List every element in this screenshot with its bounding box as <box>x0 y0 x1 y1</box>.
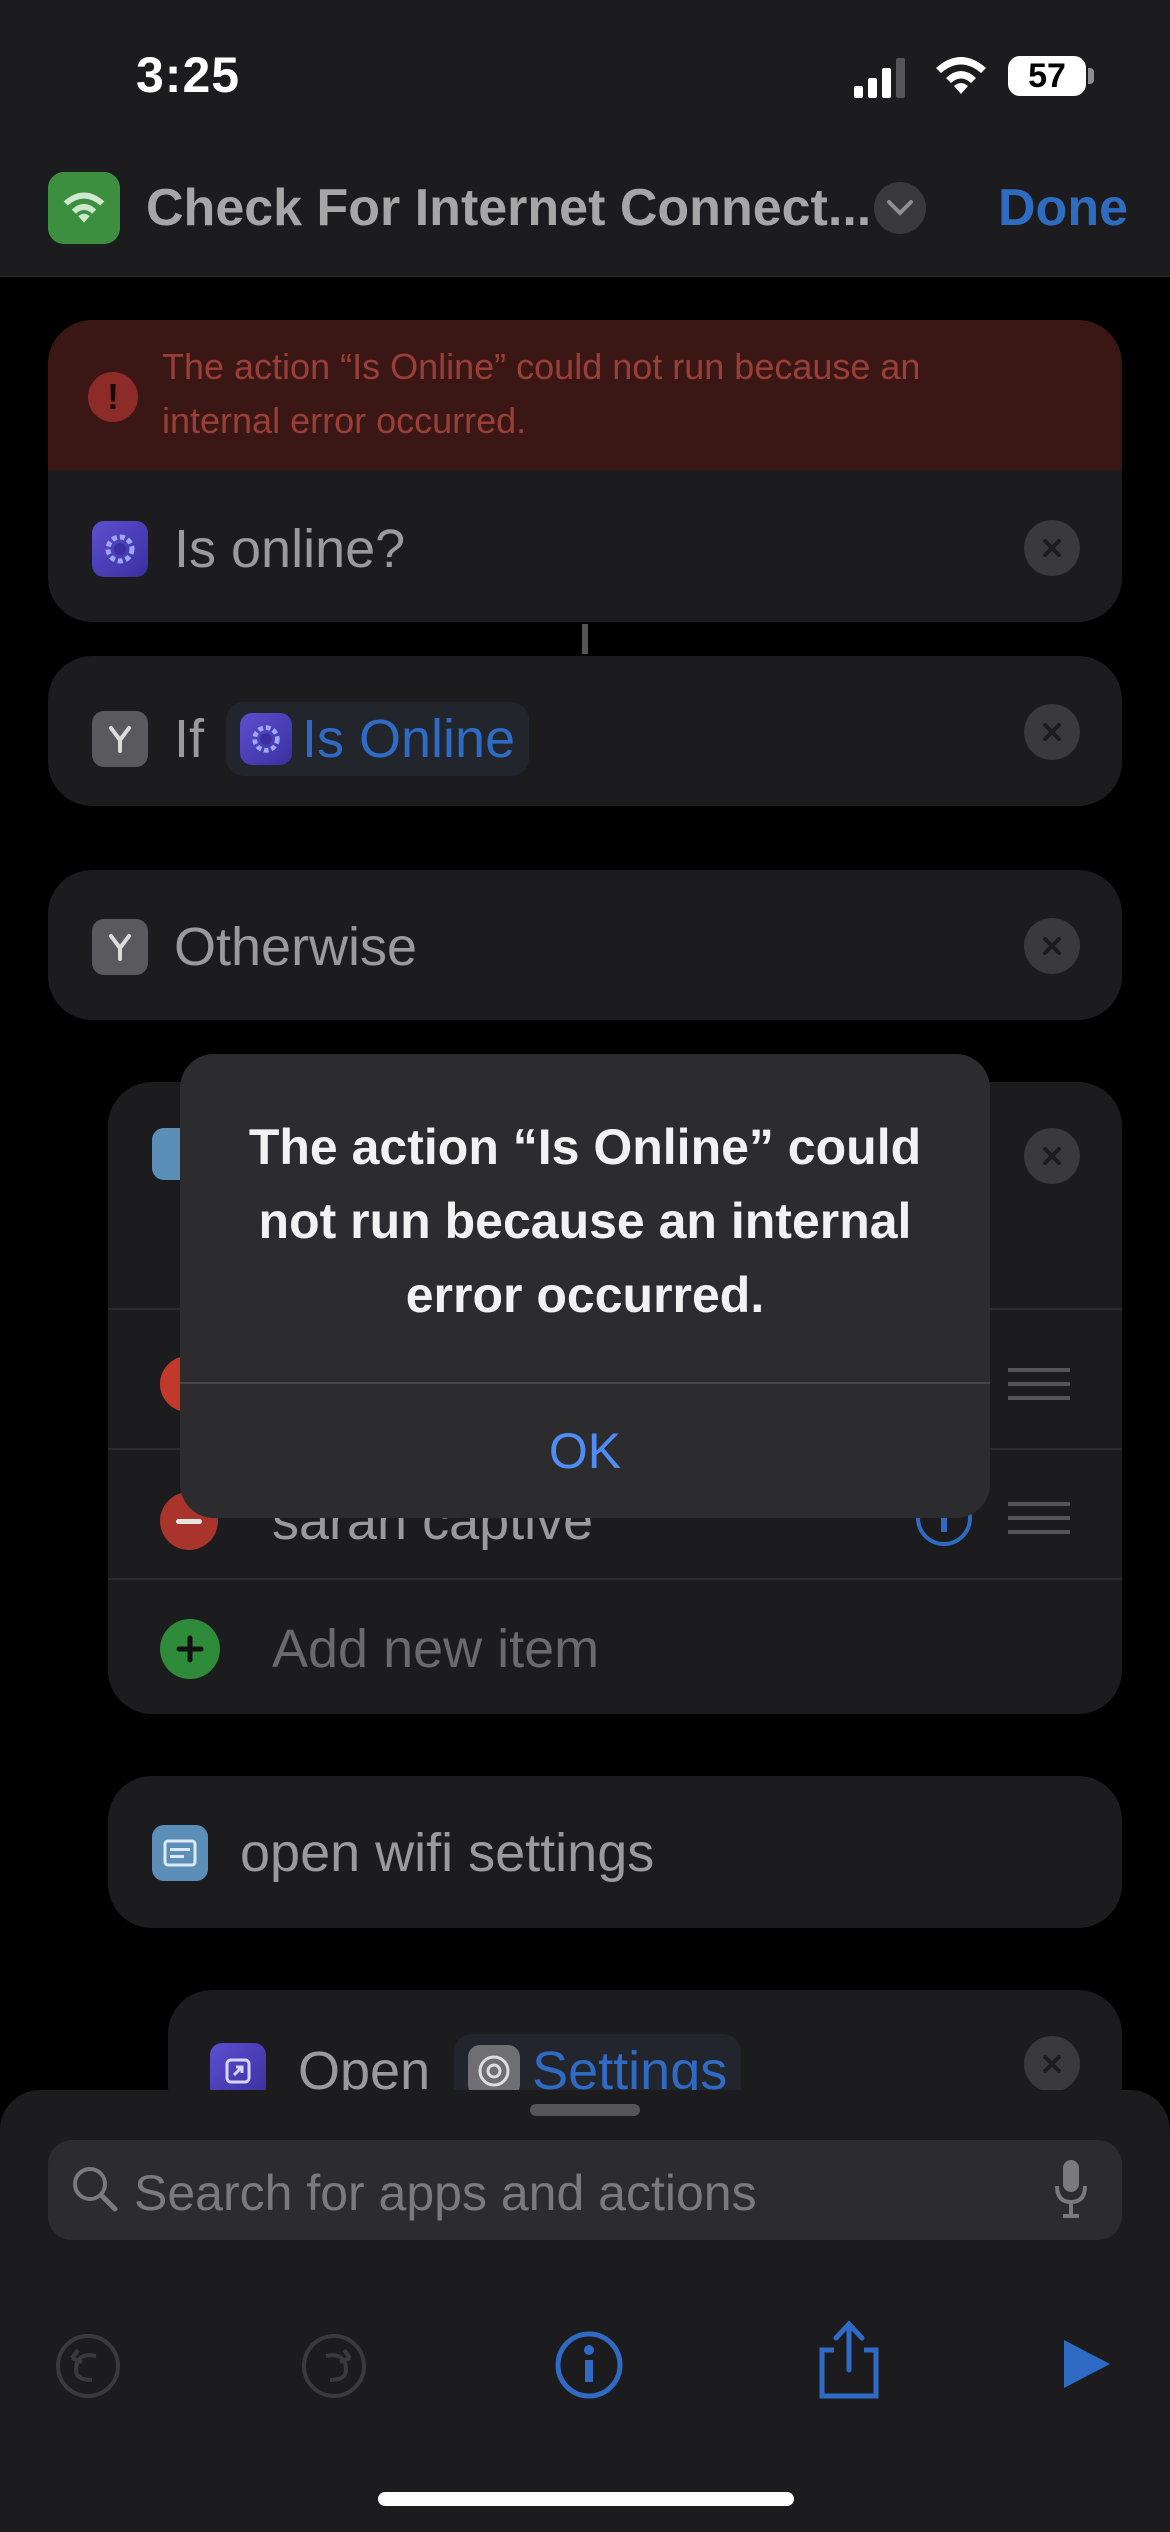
exclamation-icon: ! <box>88 372 138 422</box>
action-label: Is online? <box>174 519 406 579</box>
branch-icon <box>92 711 148 767</box>
token-label: Is Online <box>302 709 516 769</box>
comment-label: open wifi settings <box>240 1823 655 1883</box>
add-new-item-label[interactable]: Add new item <box>272 1618 599 1680</box>
branch-icon <box>92 919 148 975</box>
alert-message: The action “Is Online” could not run bec… <box>248 1119 922 1323</box>
shortcut-title[interactable]: Check For Internet Connect... <box>146 178 871 238</box>
action-row-comment[interactable]: open wifi settings <box>152 1822 654 1884</box>
add-new-item-row[interactable]: Add new item <box>160 1618 599 1680</box>
is-online-token[interactable]: Is Online <box>226 702 530 776</box>
action-row-if[interactable]: If Is Online <box>92 702 530 776</box>
sheet-grabber[interactable] <box>530 2104 640 2116</box>
search-placeholder: Search for apps and actions <box>134 2165 757 2221</box>
play-icon[interactable] <box>1058 2336 1114 2397</box>
search-icon <box>70 2164 120 2219</box>
gear-icon <box>92 521 148 577</box>
connector-line <box>582 624 588 654</box>
drag-handle-icon[interactable] <box>1008 1366 1070 1407</box>
done-button[interactable]: Done <box>998 178 1128 238</box>
close-icon[interactable] <box>1024 520 1080 576</box>
close-icon[interactable] <box>1024 1128 1080 1184</box>
if-label: If <box>174 709 205 769</box>
mic-icon[interactable] <box>1054 2158 1088 2225</box>
plus-icon[interactable] <box>160 1619 220 1679</box>
wifi-status-icon <box>934 56 988 101</box>
close-icon[interactable] <box>1024 2036 1080 2092</box>
text-icon <box>152 1825 208 1881</box>
undo-icon[interactable] <box>54 2332 122 2405</box>
otherwise-label: Otherwise <box>174 917 418 977</box>
action-row-otherwise[interactable]: Otherwise <box>92 916 417 978</box>
info-icon[interactable] <box>554 2330 624 2405</box>
close-icon[interactable] <box>1024 704 1080 760</box>
status-time: 3:25 <box>136 47 241 103</box>
action-row-is-online[interactable]: Is online? <box>92 518 405 580</box>
share-icon[interactable] <box>814 2320 884 2405</box>
list-divider <box>108 1578 1122 1580</box>
error-text: The action “Is Online” could not run bec… <box>162 346 921 441</box>
alert-ok-button[interactable]: OK <box>180 1384 990 1518</box>
battery-indicator: 57 <box>1008 56 1086 96</box>
signal-icon <box>854 58 914 103</box>
chevron-down-icon[interactable] <box>874 182 926 234</box>
wifi-icon[interactable] <box>48 172 120 244</box>
gear-icon <box>240 713 293 765</box>
redo-icon[interactable] <box>300 2332 368 2405</box>
battery-tip <box>1088 68 1094 84</box>
drag-handle-icon[interactable] <box>1008 1500 1070 1541</box>
close-icon[interactable] <box>1024 918 1080 974</box>
home-indicator[interactable] <box>378 2492 794 2506</box>
